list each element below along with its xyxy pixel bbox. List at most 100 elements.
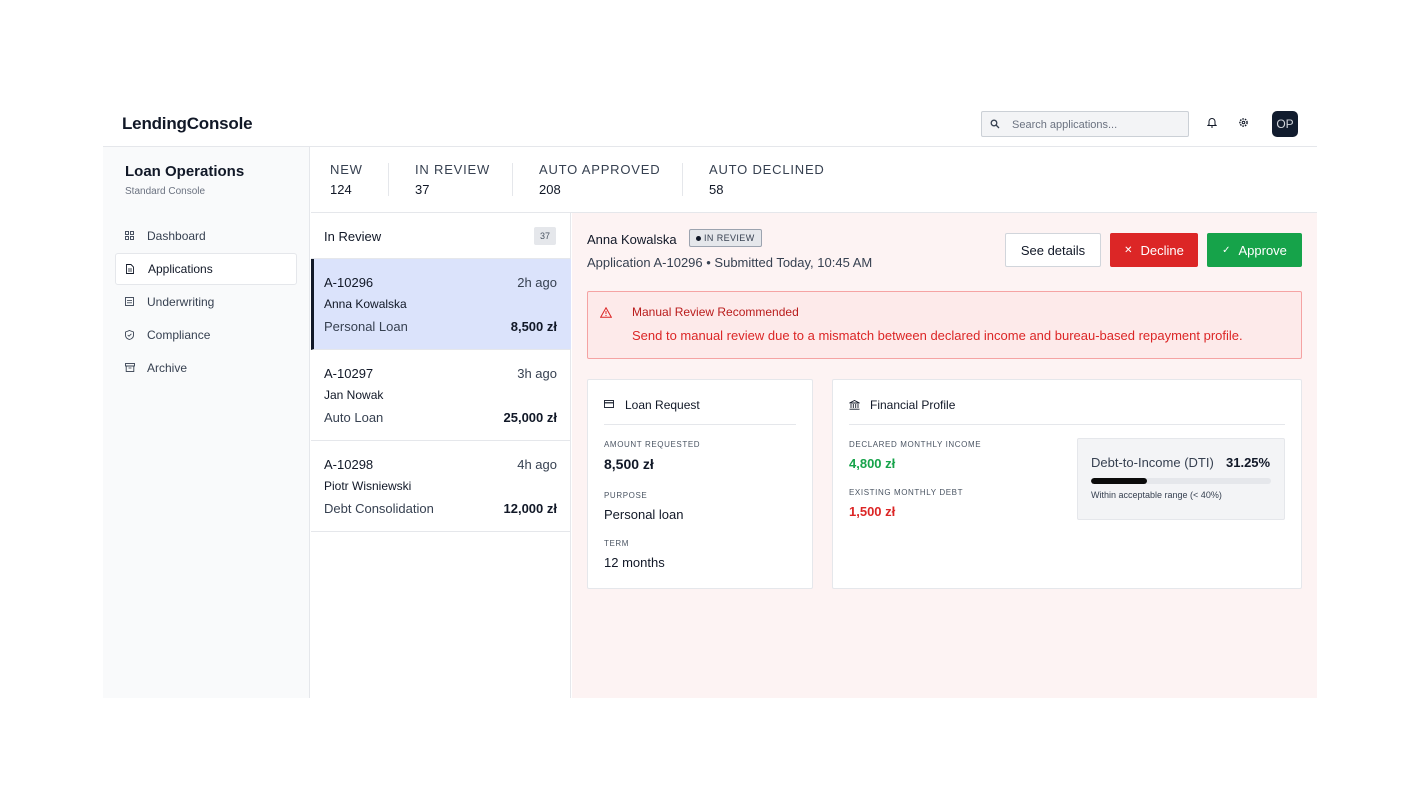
document-icon [126, 264, 136, 274]
field-label: AMOUNT REQUESTED [604, 440, 701, 449]
stat-value: 208 [539, 182, 561, 197]
status-dot-icon [696, 235, 701, 241]
applicant-name: Anna Kowalska [324, 297, 407, 311]
loan-amount: 8,500 zł [510, 319, 557, 334]
applicant-name: Piotr Wisniewski [324, 479, 412, 493]
alert-title: Manual Review Recommended [632, 305, 799, 319]
status-badge: IN REVIEW [689, 229, 762, 247]
approve-label: Approve [1238, 242, 1287, 258]
loan-purpose: Personal loan [604, 507, 684, 522]
loan-type: Debt Consolidation [324, 501, 434, 516]
stat-divider [388, 163, 389, 196]
stat-value: 37 [415, 182, 430, 197]
loan-term: 12 months [604, 555, 665, 570]
application-id: A-10297 [324, 366, 374, 381]
sidebar-item-label: Applications [148, 262, 213, 276]
stats-strip: NEW 124 IN REVIEW 37 AUTO APPROVED 208 A… [311, 147, 1317, 213]
approve-button[interactable]: ✓ Approve [1207, 233, 1302, 267]
card-header: Financial Profile [849, 398, 955, 412]
card-divider [604, 424, 796, 425]
stat-label: AUTO DECLINED [709, 162, 825, 177]
brand-logo[interactable]: LendingConsole [122, 114, 253, 134]
dti-panel: Debt-to-Income (DTI) 31.25% Within accep… [1077, 438, 1285, 520]
sidebar-item-underwriting[interactable]: Underwriting [115, 286, 297, 318]
queue-item-a-10298[interactable]: A-10298 4h ago Piotr Wisniewski Debt Con… [311, 441, 571, 532]
app-window: LendingConsole OP Loan Operations Standa… [103, 100, 1317, 698]
status-label: IN REVIEW [704, 233, 755, 243]
field-label: PURPOSE [604, 491, 648, 500]
decline-label: Decline [1140, 242, 1184, 258]
decline-button[interactable]: ✕ Decline [1110, 233, 1198, 267]
existing-debt: 1,500 zł [849, 504, 896, 519]
bell-icon[interactable] [1205, 115, 1219, 129]
sidebar-item-label: Underwriting [147, 295, 215, 309]
search-icon [990, 116, 1002, 129]
stat-divider [512, 163, 513, 196]
stat-label: IN REVIEW [415, 162, 491, 177]
top-bar: LendingConsole OP [103, 100, 1317, 147]
applicant-name: Jan Nowak [324, 388, 384, 402]
sidebar-item-compliance[interactable]: Compliance [115, 319, 297, 351]
queue-header: In Review 37 [311, 213, 571, 259]
application-age: 4h ago [517, 457, 557, 472]
sidebar-item-applications[interactable]: Applications [115, 253, 297, 285]
field-label: EXISTING MONTHLY DEBT [849, 488, 964, 497]
stat-auto-declined[interactable]: AUTO DECLINED 58 [709, 162, 825, 197]
sidebar-subtitle: Standard Console [125, 186, 206, 197]
declared-income: 4,800 zł [849, 456, 896, 471]
loan-amount: 25,000 zł [503, 410, 558, 425]
stat-divider [682, 163, 683, 196]
dti-progress-track [1091, 478, 1271, 484]
stat-label: NEW [330, 162, 363, 177]
avatar[interactable]: OP [1272, 111, 1298, 137]
card-divider [849, 424, 1285, 425]
card-header: Loan Request [604, 398, 700, 412]
stat-new[interactable]: NEW 124 [330, 162, 363, 197]
stat-in-review[interactable]: IN REVIEW 37 [415, 162, 490, 197]
queue-count-badge: 37 [534, 227, 556, 245]
field-label: TERM [604, 539, 630, 548]
dti-value: 31.25% [1226, 455, 1271, 470]
gear-icon[interactable] [1236, 115, 1250, 129]
search-box[interactable] [981, 111, 1189, 137]
dti-progress-fill [1091, 478, 1148, 484]
stat-label: AUTO APPROVED [539, 162, 661, 177]
card-title: Loan Request [625, 398, 700, 412]
card-title: Financial Profile [870, 398, 956, 412]
alert-body: Send to manual review due to a mismatch … [632, 328, 1243, 343]
archive-icon [125, 363, 135, 373]
detail-applicant-name: Anna Kowalska [587, 232, 677, 247]
queue-item-a-10296[interactable]: A-10296 2h ago Anna Kowalska Personal Lo… [311, 259, 571, 350]
search-input[interactable] [1012, 116, 1182, 133]
loan-amount: 12,000 zł [503, 501, 558, 516]
sidebar-item-dashboard[interactable]: Dashboard [115, 220, 297, 252]
queue-item-a-10297[interactable]: A-10297 3h ago Jan Nowak Auto Loan 25,00… [311, 350, 571, 441]
clipboard-icon [125, 297, 135, 307]
sidebar-item-label: Compliance [147, 328, 211, 342]
queue-title: In Review [324, 229, 382, 244]
manual-review-alert: Manual Review Recommended Send to manual… [587, 291, 1302, 359]
amount-requested: 8,500 zł [604, 456, 654, 472]
loan-request-card: Loan Request AMOUNT REQUESTED 8,500 zł P… [587, 379, 813, 589]
application-id: A-10298 [324, 457, 374, 472]
loan-type: Personal Loan [324, 319, 408, 334]
loan-type: Auto Loan [324, 410, 384, 425]
sidebar-item-label: Archive [147, 361, 188, 375]
see-details-label: See details [1020, 242, 1086, 258]
stat-value: 124 [330, 182, 352, 197]
sidebar-item-archive[interactable]: Archive [115, 352, 297, 384]
financial-profile-card: Financial Profile DECLARED MONTHLY INCOM… [832, 379, 1302, 589]
sidebar-item-label: Dashboard [147, 229, 206, 243]
application-age: 2h ago [517, 275, 557, 290]
credit-card-icon [604, 399, 615, 411]
field-label: DECLARED MONTHLY INCOME [849, 440, 982, 449]
dashboard-icon [125, 231, 135, 241]
stat-auto-approved[interactable]: AUTO APPROVED 208 [539, 162, 660, 197]
sidebar: Loan Operations Standard Console Dashboa… [103, 147, 310, 698]
bank-icon [849, 399, 860, 411]
close-icon: ✕ [1124, 244, 1133, 256]
application-age: 3h ago [517, 366, 557, 381]
see-details-button[interactable]: See details [1005, 233, 1101, 267]
detail-meta: Application A-10296 • Submitted Today, 1… [587, 255, 873, 270]
shield-icon [125, 330, 135, 340]
